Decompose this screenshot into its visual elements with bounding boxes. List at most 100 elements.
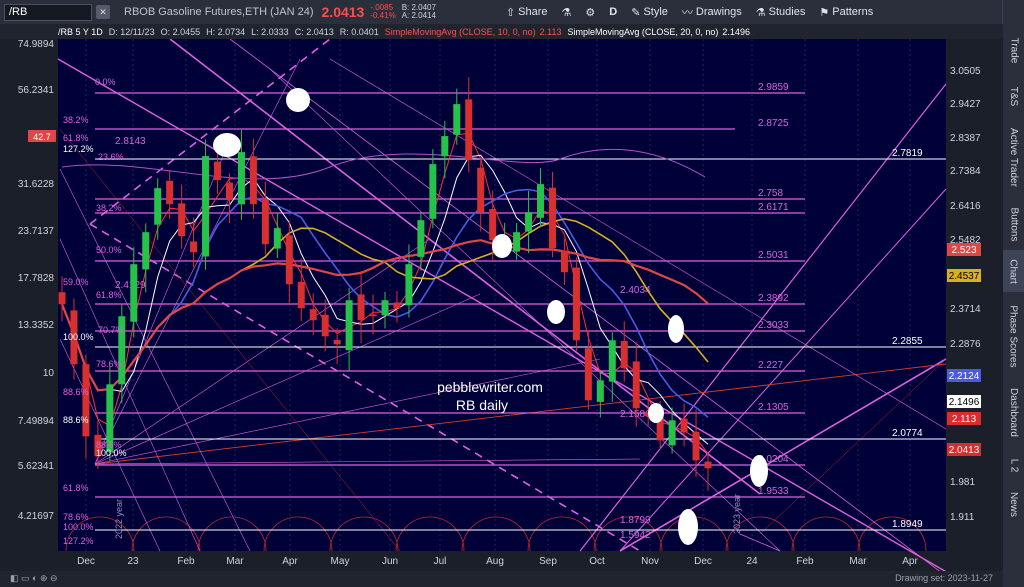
tab-label: Buttons: [1008, 207, 1020, 241]
studies-button[interactable]: ⚗ Studies: [756, 6, 806, 19]
right-axis-label: 1.911: [950, 512, 975, 523]
candle-body: [261, 200, 269, 245]
tab-label: Chart: [1008, 258, 1020, 284]
right-axis-label: 3.0505: [950, 66, 981, 77]
tab-label: Trade: [1008, 37, 1020, 63]
candle-body: [453, 104, 461, 135]
level-label: 2.4034: [620, 285, 651, 296]
fib-label: 127.2%: [63, 536, 94, 546]
instrument-description: RBOB Gasoline Futures,ETH (JAN 24): [124, 6, 314, 18]
level-label: 1.9533: [758, 486, 789, 497]
candle-body: [620, 341, 628, 369]
candle-body: [369, 314, 377, 317]
right-axis-label: 2.3714: [950, 304, 981, 315]
chart-label: /RB 5 Y 1D: [58, 26, 103, 37]
chart-area[interactable]: 2.9859 2.8725 2.8143 2.7819 2.758 2.6171 2.503…: [0, 38, 1003, 580]
candle-body: [285, 235, 293, 285]
fib-label: 61.8%: [96, 290, 122, 300]
tab-label: Phase Scores: [1008, 304, 1020, 368]
tab-l2[interactable]: L 2: [1003, 448, 1024, 482]
clear-symbol-icon[interactable]: ✕: [96, 5, 110, 19]
drawings-button[interactable]: 〰 Drawings: [682, 4, 742, 20]
ohlc-high: H: 2.0734: [206, 26, 246, 37]
fib-label: 61.8%: [63, 483, 89, 493]
right-axis-label: 2.9427: [950, 99, 981, 110]
tab-chart[interactable]: Chart: [1003, 250, 1024, 292]
x-axis-label: Mar: [849, 556, 867, 567]
tab-trade[interactable]: Trade: [1003, 30, 1024, 70]
drawings-label: Drawings: [695, 6, 742, 18]
right-axis-label: 2.2876: [950, 339, 981, 350]
tab-phase-scores[interactable]: Phase Scores: [1003, 296, 1024, 376]
tab-news[interactable]: News: [1003, 486, 1024, 522]
candle-body: [82, 364, 90, 437]
level-label: 2.6171: [758, 202, 789, 213]
candle-body: [249, 156, 257, 205]
last-price: 2.0413: [321, 4, 365, 20]
patterns-button[interactable]: ⚑ Patterns: [819, 6, 873, 19]
left-axis-label: 74.9894: [18, 39, 55, 50]
candle-body: [692, 431, 700, 461]
tab-ts[interactable]: T&S: [1003, 78, 1024, 114]
left-axis-label: 13.3352: [18, 320, 55, 331]
gear-icon: ⚙: [585, 6, 596, 19]
level-label: 2.1305: [758, 402, 789, 413]
fib-label: 61.8%: [63, 133, 89, 143]
candle-body: [572, 267, 580, 341]
sma10-value: 2.113: [539, 26, 562, 37]
candle-body: [154, 188, 162, 225]
marker-ellipse: [750, 455, 768, 487]
candle-body: [489, 208, 497, 241]
share-icon: ⇧: [505, 6, 516, 19]
fib-label: 38.2%: [63, 115, 89, 125]
drawing-set-label: Drawing set: 2023-11-27: [895, 573, 993, 583]
style-button[interactable]: ✎ Style: [631, 6, 668, 19]
x-axis-label: Nov: [641, 556, 659, 567]
candle-body: [202, 156, 210, 257]
marker-ellipse: [213, 133, 241, 157]
candle-body: [142, 232, 150, 270]
right-axis-label: 2.8387: [950, 133, 981, 144]
left-axis-label: 4.21697: [18, 511, 55, 522]
candle-body: [214, 161, 222, 181]
price-tag-label: 2.4537: [949, 271, 980, 282]
flask-button[interactable]: ⚗: [562, 6, 572, 19]
bottom-icons[interactable]: ◧ ▭ ◐ ⊕ ⊖: [10, 573, 58, 584]
x-axis-label: Feb: [796, 556, 814, 567]
tab-dashboard[interactable]: Dashboard: [1003, 380, 1024, 444]
fib-label: 127.2%: [63, 144, 94, 154]
candle-body: [441, 136, 449, 157]
fib-label: 0.0%: [95, 77, 116, 87]
marker-ellipse: [648, 403, 664, 423]
candle-body: [333, 340, 341, 345]
symbol-input[interactable]: /RB: [4, 3, 92, 21]
tab-label: L 2: [1008, 458, 1019, 472]
level-label: 2.8725: [758, 118, 789, 129]
marker-ellipse: [286, 88, 310, 112]
ohlc-date: D: 12/11/23: [108, 26, 155, 37]
x-axis-label: Jun: [382, 556, 398, 567]
candle-body: [429, 164, 437, 219]
right-axis-label: 1.981: [950, 477, 975, 488]
x-axis-label: Apr: [902, 556, 918, 567]
watermark-text: pebblewriter.com: [437, 379, 543, 395]
level-label: 2.9859: [758, 82, 789, 93]
ohlc-low: L: 2.0333: [251, 26, 289, 37]
top-toolbar: /RB ✕ RBOB Gasoline Futures,ETH (JAN 24)…: [0, 0, 1003, 25]
x-axis-label: Dec: [694, 556, 712, 567]
sma20-value: 2.1496: [722, 26, 750, 37]
left-axis-label: 23.7137: [18, 226, 55, 237]
tab-buttons[interactable]: Buttons: [1003, 200, 1024, 248]
price-chart[interactable]: 2.9859 2.8725 2.8143 2.7819 2.758 2.6171 2.503…: [0, 38, 1003, 580]
candle-body: [417, 220, 425, 257]
studies-icon: ⚗: [755, 6, 766, 19]
fib-label: 100.0%: [63, 332, 94, 342]
interval-button[interactable]: D: [609, 6, 617, 18]
candle-body: [190, 241, 198, 253]
tab-active-trader[interactable]: Active Trader: [1003, 118, 1024, 196]
gear-button[interactable]: ⚙: [585, 6, 595, 19]
patterns-label: Patterns: [832, 6, 874, 18]
candle-body: [537, 184, 545, 218]
left-axis-label: 5.62341: [18, 461, 55, 472]
share-button[interactable]: ⇧ Share: [506, 6, 548, 19]
